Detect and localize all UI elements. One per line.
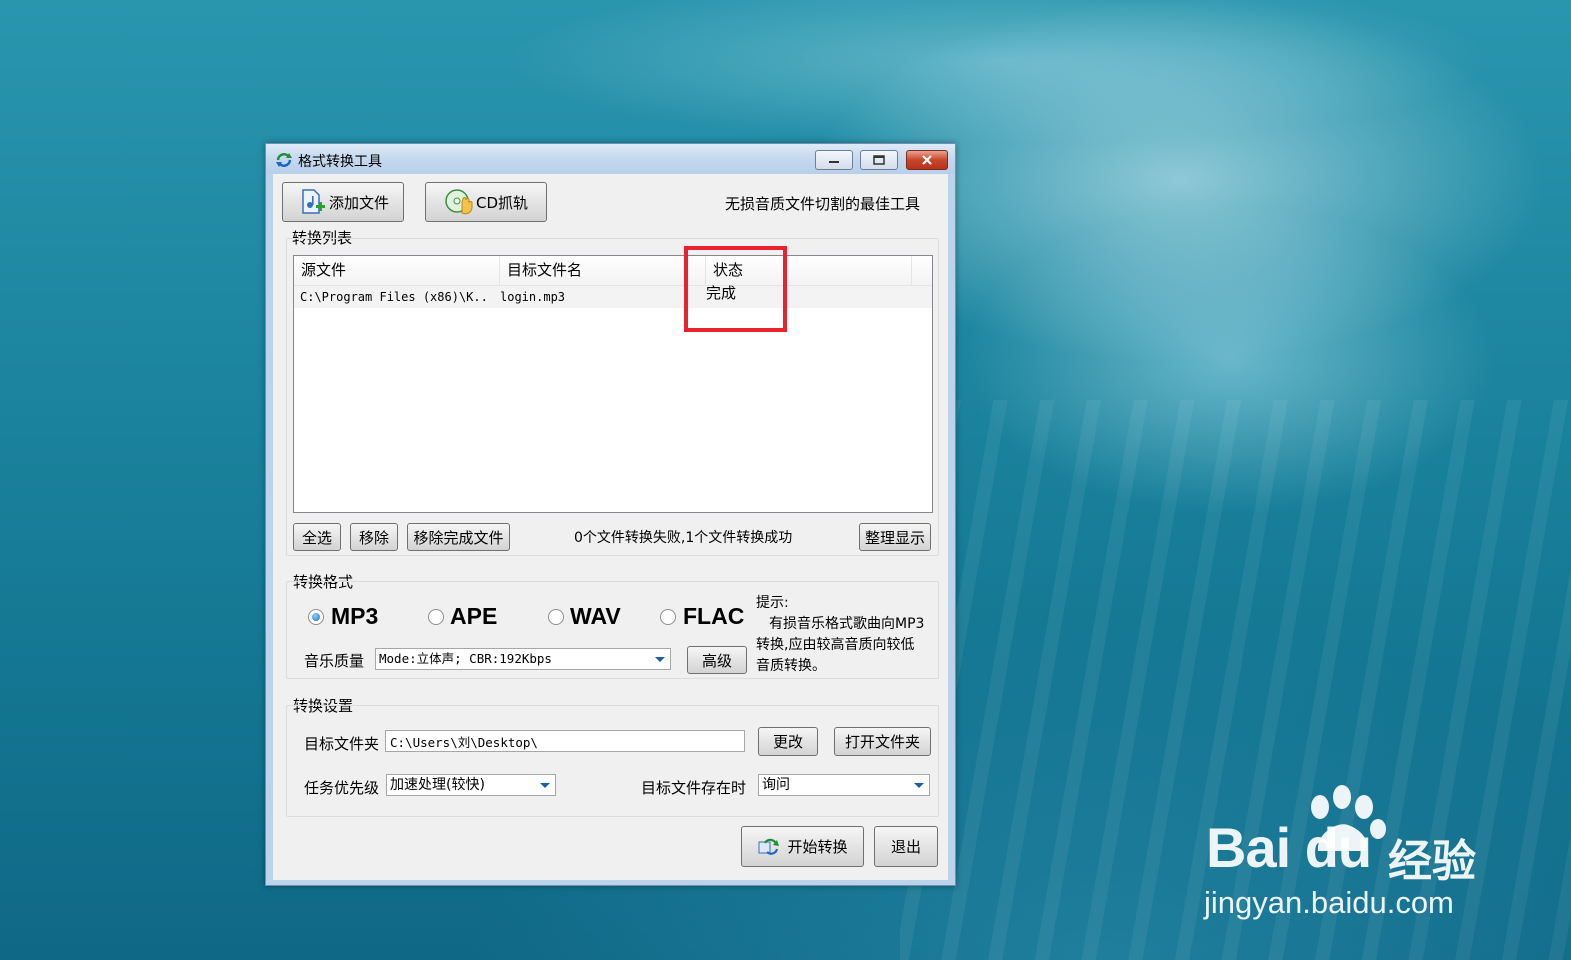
list-header: 源文件 目标文件名 状态 xyxy=(294,256,932,286)
quality-value: Mode:立体声; CBR:192Kbps xyxy=(379,651,552,666)
radio-wav[interactable] xyxy=(548,609,564,625)
dropdown-arrow-icon xyxy=(914,783,924,788)
file-exists-value: 询问 xyxy=(762,777,790,793)
app-convert-icon xyxy=(276,153,292,167)
hint-line-1: 有损音乐格式歌曲向MP3 xyxy=(769,616,925,632)
maximize-icon xyxy=(873,155,885,165)
priority-value: 加速处理(较快) xyxy=(390,777,485,793)
open-folder-button[interactable]: 打开文件夹 xyxy=(834,727,931,756)
close-icon xyxy=(922,155,932,165)
format-label-ape[interactable]: APE xyxy=(450,603,497,630)
maximize-button[interactable] xyxy=(860,150,898,170)
target-folder-input[interactable] xyxy=(386,731,744,751)
hint-title: 提示: xyxy=(756,595,789,611)
radio-mp3[interactable] xyxy=(308,609,324,625)
quality-dropdown[interactable]: Mode:立体声; CBR:192Kbps xyxy=(375,648,671,670)
conversion-summary-text: 0个文件转换失败,1个文件转换成功 xyxy=(574,530,793,546)
add-file-button[interactable]: 添加文件 xyxy=(282,182,404,222)
watermark-cn-text: 经验 xyxy=(1388,836,1476,887)
hint-line-3: 音质转换。 xyxy=(756,658,826,674)
start-convert-label: 开始转换 xyxy=(787,838,848,856)
file-exists-label: 目标文件存在时 xyxy=(641,779,747,797)
quality-label: 音乐质量 xyxy=(304,652,365,670)
remove-done-button[interactable]: 移除完成文件 xyxy=(407,523,510,551)
baidu-watermark: Bai du 经验 jingyan.baidu.com xyxy=(1200,785,1500,935)
dropdown-arrow-icon xyxy=(655,657,665,662)
column-header-target[interactable]: 目标文件名 xyxy=(500,256,706,285)
minimize-icon xyxy=(829,161,839,163)
select-all-button[interactable]: 全选 xyxy=(293,523,341,551)
minimize-button[interactable] xyxy=(815,150,853,170)
status-highlight-annotation xyxy=(684,246,787,332)
change-folder-button[interactable]: 更改 xyxy=(758,727,818,756)
remove-button[interactable]: 移除 xyxy=(350,523,398,551)
cd-rip-button[interactable]: CD抓轨 xyxy=(425,182,547,222)
add-file-icon xyxy=(302,189,325,214)
conversion-list[interactable]: 源文件 目标文件名 状态 C:\Program Files (x86)\K.. … xyxy=(293,255,933,513)
priority-dropdown[interactable]: 加速处理(较快) xyxy=(386,774,556,796)
row-source-cell: C:\Program Files (x86)\K.. xyxy=(300,290,488,304)
row-target-cell: login.mp3 xyxy=(500,290,566,304)
format-label-mp3[interactable]: MP3 xyxy=(331,603,378,630)
window-client-area: 添加文件 CD抓轨 无损音质文件切割的最佳工具 转换列表 源文件 目标文件名 状… xyxy=(273,174,948,880)
format-label-wav[interactable]: WAV xyxy=(570,603,621,630)
close-button[interactable] xyxy=(906,150,948,170)
file-exists-dropdown[interactable]: 询问 xyxy=(758,774,930,796)
watermark-brand: Bai du xyxy=(1206,816,1372,879)
priority-label: 任务优先级 xyxy=(304,779,380,797)
format-label-flac[interactable]: FLAC xyxy=(683,603,744,630)
app-window: 格式转换工具 添加文件 CD抓轨 无损音质文件切割的最佳工具 转换列表 源文件 … xyxy=(265,143,956,886)
add-file-label: 添加文件 xyxy=(328,193,389,212)
start-convert-button[interactable]: 开始转换 xyxy=(741,826,864,867)
radio-flac[interactable] xyxy=(660,609,676,625)
settings-group-frame xyxy=(286,705,939,817)
title-bar[interactable]: 格式转换工具 xyxy=(266,144,955,174)
advanced-button[interactable]: 高级 xyxy=(687,646,747,674)
table-row[interactable]: C:\Program Files (x86)\K.. login.mp3 完成 xyxy=(294,284,932,308)
target-folder-field[interactable] xyxy=(385,730,745,752)
target-folder-label: 目标文件夹 xyxy=(304,735,380,753)
arrange-display-button[interactable]: 整理显示 xyxy=(859,523,931,551)
cd-icon xyxy=(445,189,473,215)
window-title: 格式转换工具 xyxy=(298,154,382,170)
cd-rip-label: CD抓轨 xyxy=(475,193,529,212)
convert-icon xyxy=(758,838,780,855)
watermark-url: jingyan.baidu.com xyxy=(1204,885,1454,920)
dropdown-arrow-icon xyxy=(540,783,550,788)
column-header-source[interactable]: 源文件 xyxy=(294,256,500,285)
radio-ape[interactable] xyxy=(428,609,444,625)
exit-button[interactable]: 退出 xyxy=(874,826,938,867)
hint-line-2: 转换,应由较高音质向较低 xyxy=(756,637,915,653)
slogan-text: 无损音质文件切割的最佳工具 xyxy=(725,195,921,213)
